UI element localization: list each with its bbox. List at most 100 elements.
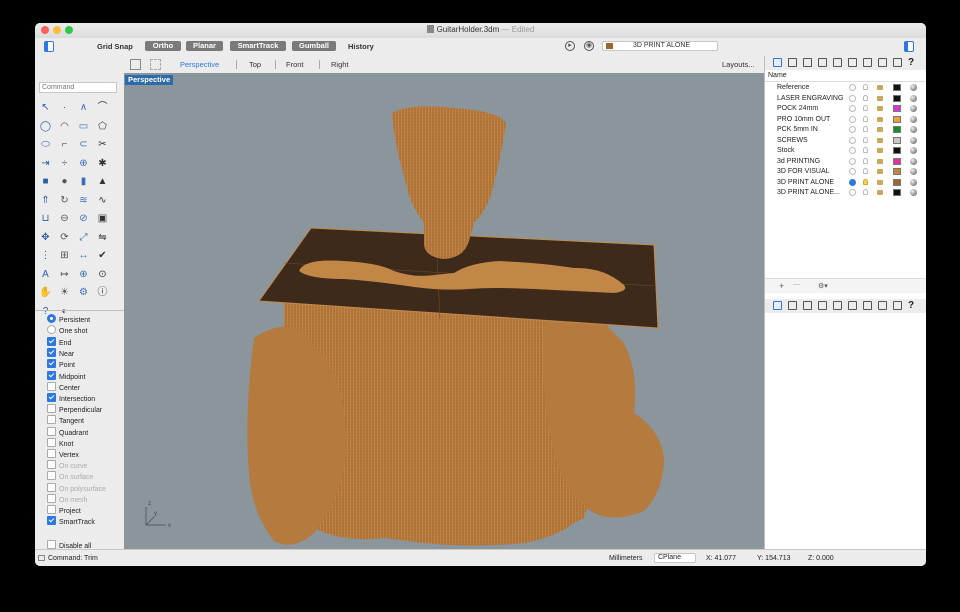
distance-tool-icon[interactable]: ↔ [77, 249, 90, 262]
lock-icon[interactable] [877, 169, 883, 174]
tab-right[interactable]: Right [331, 60, 349, 69]
lock-icon[interactable] [877, 137, 883, 143]
layer-color-swatch[interactable] [893, 178, 901, 186]
current-layer-radio[interactable] [849, 189, 856, 196]
layer-row[interactable]: Stock [765, 146, 926, 157]
ellipse-tool-icon[interactable]: ⬭ [39, 138, 52, 151]
osnap-mode-persistent[interactable]: Persistent [47, 314, 90, 324]
remove-layer-button[interactable]: — [793, 281, 800, 288]
osnap-checkbox[interactable] [47, 437, 56, 447]
osnap-checkbox[interactable] [47, 415, 56, 425]
help-panel-icon[interactable]: ? [908, 301, 917, 311]
lock-icon[interactable] [877, 85, 883, 90]
rectangle-tool-icon[interactable]: ▭ [77, 120, 90, 133]
osnap-perpendicular[interactable]: Perpendicular [47, 404, 102, 414]
render-tool-icon[interactable]: ☀ [58, 286, 71, 299]
persistent-radio[interactable] [47, 314, 56, 323]
material-sphere-icon[interactable] [910, 178, 917, 186]
point-tool-icon[interactable]: · [58, 101, 71, 114]
osnap-near[interactable]: Near [47, 348, 74, 358]
lock-icon[interactable] [877, 106, 883, 111]
notes-panel-icon[interactable] [878, 58, 887, 67]
layer-color-swatch[interactable] [893, 115, 901, 123]
cplane-dropdown[interactable]: CPlane [654, 553, 696, 563]
osnap-tangent[interactable]: Tangent [47, 415, 84, 425]
cap-tool-icon[interactable]: ▣ [96, 212, 109, 225]
tab-top[interactable]: Top [249, 60, 261, 69]
dimension-tool-icon[interactable]: ↦ [58, 268, 71, 281]
current-layer-radio[interactable] [849, 105, 856, 112]
cone-tool-icon[interactable]: ▲ [96, 175, 109, 188]
perspective-viewport[interactable]: z y x Perspective [124, 73, 764, 549]
offset-tool-icon[interactable]: ⊂ [77, 138, 90, 151]
lightbulb-icon[interactable] [863, 189, 868, 195]
history-toggle[interactable]: History [348, 42, 374, 51]
layer-color-swatch[interactable] [893, 105, 901, 112]
osnap-mode-one-shot[interactable]: One shot [47, 325, 87, 335]
tab-perspective[interactable]: Perspective [180, 60, 219, 69]
lightbulb-icon[interactable] [863, 94, 868, 101]
osnap-project[interactable]: Project [47, 505, 81, 515]
lightbulb-icon[interactable] [863, 178, 868, 185]
layouts-button[interactable]: Layouts... [722, 60, 755, 69]
osnap-center[interactable]: Center [47, 381, 80, 392]
layer-row[interactable]: 3D PRINT ALONE [765, 178, 926, 189]
lightbulb-icon[interactable] [863, 105, 868, 111]
hatch-panel-icon[interactable] [863, 58, 872, 67]
one-shot-radio[interactable] [47, 325, 56, 334]
polygon-tool-icon[interactable]: ⬠ [96, 120, 109, 133]
fillet-tool-icon[interactable]: ⌐ [58, 138, 71, 151]
current-layer-radio[interactable] [849, 178, 856, 186]
layer-row[interactable]: PCK 5mm IN [765, 125, 926, 136]
material-sphere-icon[interactable] [910, 157, 917, 165]
object-properties-panel-icon[interactable] [818, 58, 827, 67]
left-sidebar-toggle-icon[interactable] [44, 41, 54, 52]
move-tool-icon[interactable]: ✥ [39, 231, 52, 244]
render-panel-icon[interactable] [788, 58, 797, 67]
polyline-tool-icon[interactable]: ∧ [77, 101, 90, 114]
layer-color-swatch[interactable] [893, 147, 901, 154]
revolve-tool-icon[interactable]: ↻ [58, 194, 71, 207]
current-layer-radio[interactable] [849, 115, 856, 123]
object-properties-panel-icon[interactable] [818, 301, 827, 310]
zoom-tool-icon[interactable]: ⊕ [77, 268, 90, 281]
osnap-quadrant[interactable]: Quadrant [47, 426, 88, 437]
layer-row[interactable]: LASER ENGRAVING [765, 94, 926, 105]
cylinder-tool-icon[interactable]: ▮ [77, 175, 90, 188]
arc-tool-icon[interactable]: ◠ [58, 120, 71, 133]
join-tool-icon[interactable]: ⊕ [77, 157, 90, 170]
current-layer-radio[interactable] [849, 147, 856, 154]
scale-tool-icon[interactable]: ⤢ [77, 231, 90, 244]
layer-color-swatch[interactable] [893, 189, 901, 196]
render-panel-icon[interactable] [788, 301, 797, 310]
lightbulb-icon[interactable] [863, 84, 868, 90]
material-sphere-icon[interactable] [910, 147, 917, 154]
current-layer-radio[interactable] [849, 94, 856, 102]
osnap-on-curve[interactable]: On curve [47, 460, 87, 470]
boolean-split-tool-icon[interactable]: ⊘ [77, 212, 90, 225]
material-sphere-icon[interactable] [910, 189, 917, 196]
lock-icon[interactable] [877, 116, 883, 122]
array-tool-icon[interactable]: ⋮ [39, 249, 52, 262]
lock-icon[interactable] [877, 127, 883, 132]
material-sphere-icon[interactable] [910, 126, 917, 133]
add-layer-button[interactable]: + [779, 281, 784, 291]
layer-row[interactable]: SCREWS [765, 136, 926, 147]
osnap-checkbox[interactable] [47, 337, 56, 346]
help-panel-icon[interactable]: ? [908, 58, 917, 68]
boolean-diff-tool-icon[interactable]: ⊖ [58, 212, 71, 225]
osnap-on-polysurface[interactable]: On polysurface [47, 482, 106, 493]
curve-tool-icon[interactable]: ⌒ [96, 101, 109, 114]
right-sidebar-toggle-icon[interactable] [904, 41, 914, 52]
layer-toggle-icon[interactable]: ▸ [565, 41, 575, 51]
check-tool-icon[interactable]: ✔ [96, 249, 109, 262]
layer-row[interactable]: 3D PRINT ALONE... [765, 188, 926, 199]
pan-tool-icon[interactable]: ✋ [39, 286, 52, 299]
material-sphere-icon[interactable] [910, 84, 917, 91]
osnap-smarttrack[interactable]: SmartTrack [47, 516, 95, 526]
osnap-checkbox[interactable] [47, 381, 56, 391]
camera-panel-icon[interactable] [833, 301, 842, 310]
page-panel-icon[interactable] [803, 58, 812, 67]
sweep-tool-icon[interactable]: ∿ [96, 194, 109, 207]
lightbulb-icon[interactable] [863, 115, 868, 122]
